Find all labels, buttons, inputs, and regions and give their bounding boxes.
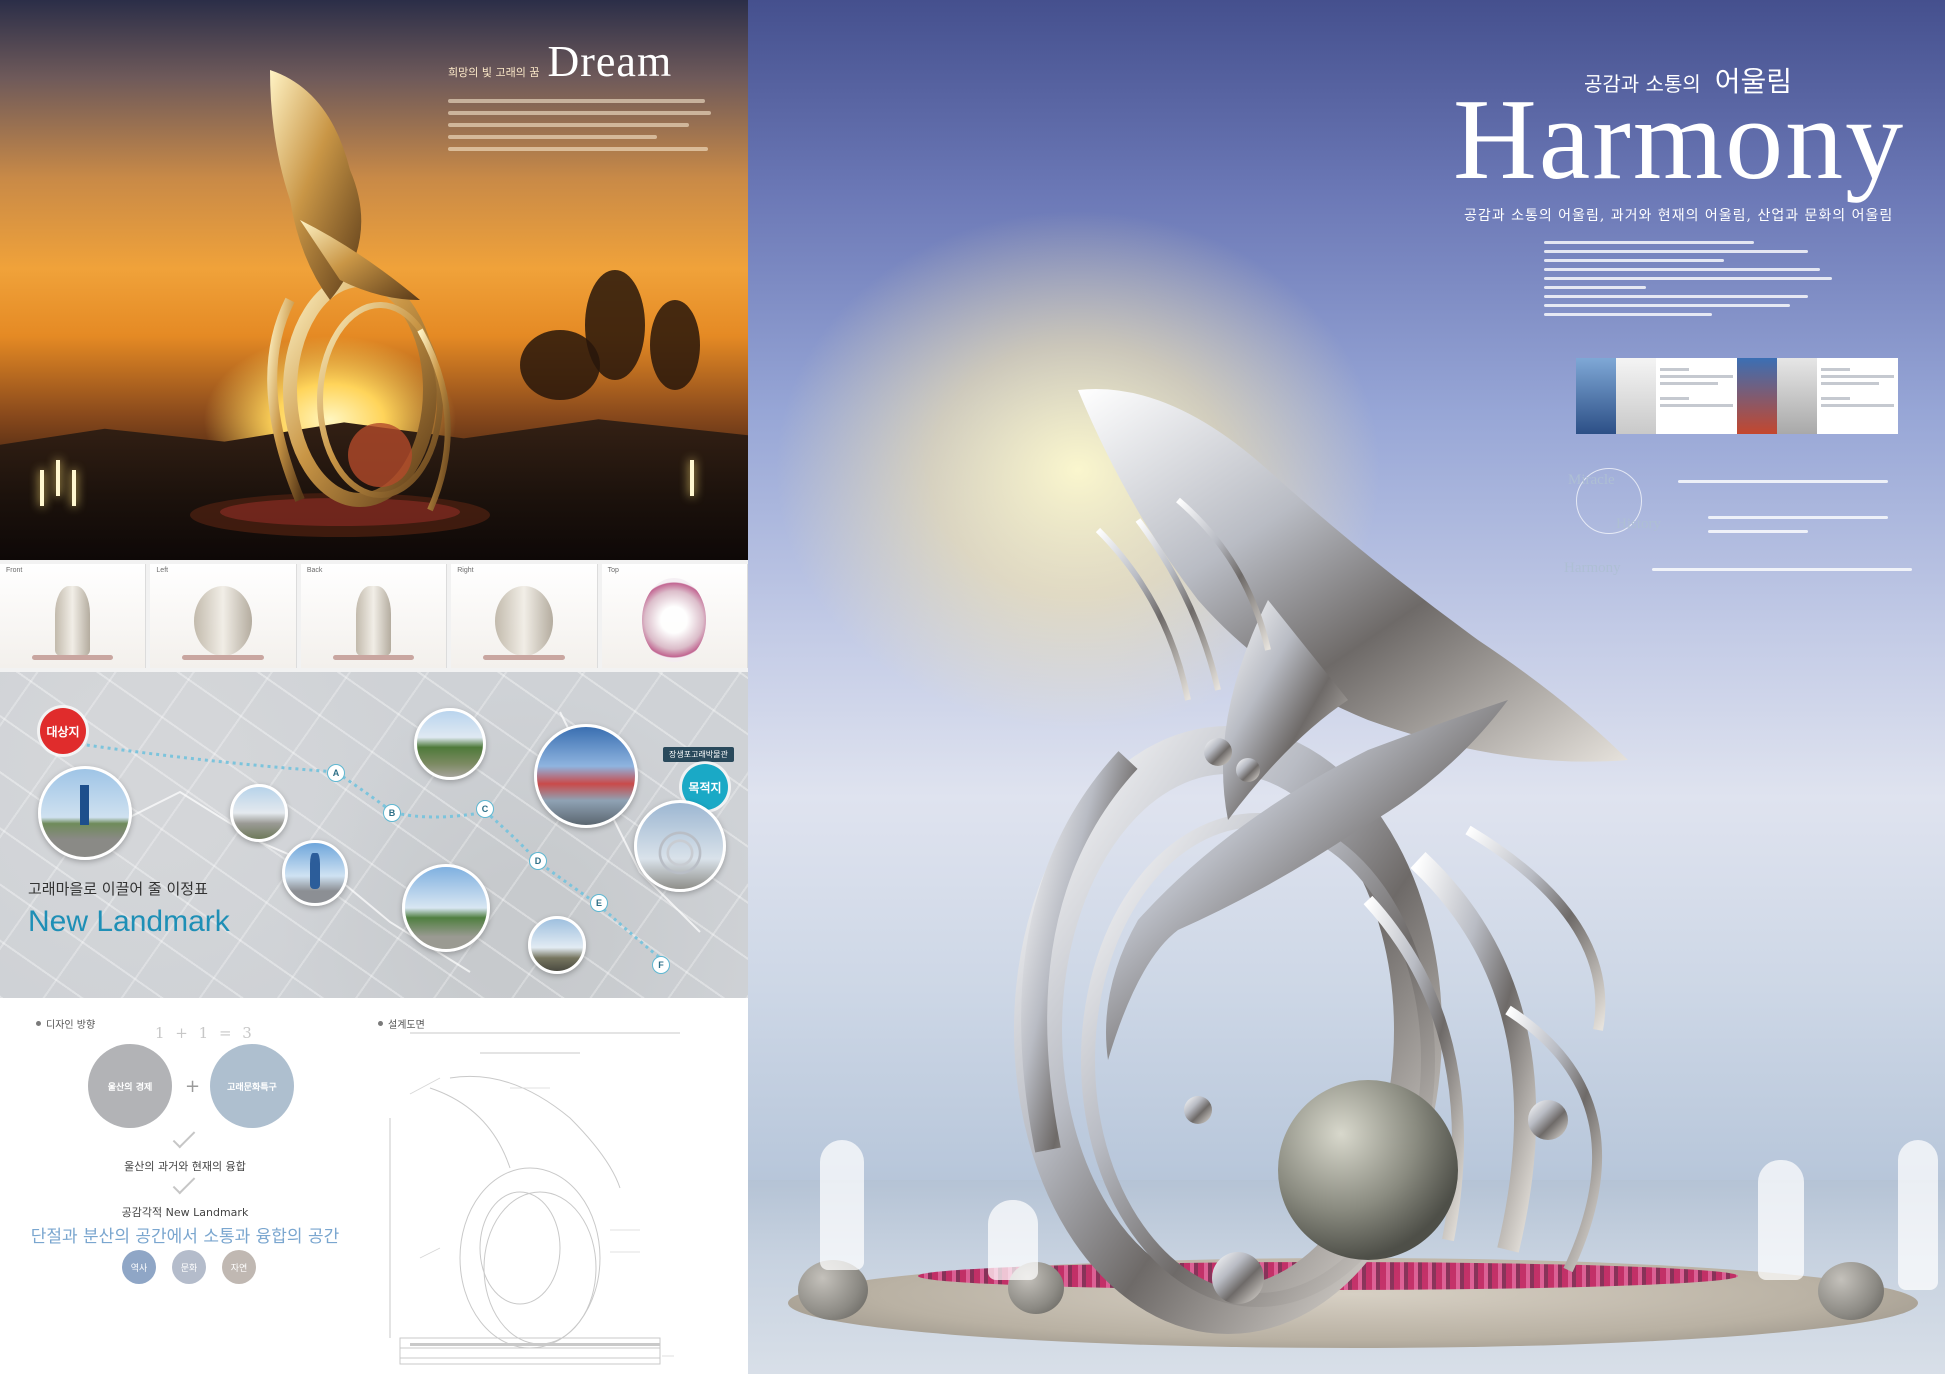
photo-signpost [38,766,132,860]
landmark-line: 공감각적 New Landmark [121,1206,249,1219]
map-pin-b: B [383,804,401,822]
destination-tag: 장생포고래박물관 [663,747,734,762]
view-label: Front [6,567,23,574]
keyword-miracle: Miracle [1568,472,1615,488]
dream-description [448,92,716,159]
design-concept: 디자인 방향 1 + 1 = 3 울산의 경제 + 고래문화특구 울산의 과거와… [0,998,370,1374]
dream-heading: 희망의 빛 고래의 꿈 Dream [448,36,673,86]
view-label: Right [457,567,474,574]
views-strip: Front Left Back Right Top [0,560,749,672]
thumb-text [1656,358,1737,434]
bubble-culture-small: 문화 [172,1250,206,1284]
right-page: 공감과 소통의 어울림 Harmony 공감과 소통의 어울림, 과거와 현재의… [748,0,1945,1374]
keyword-block: Miracle History Harmony [1564,468,1928,598]
photo-roadside [528,916,586,974]
photo-overpass [402,864,490,952]
start-marker: 대상지 [40,708,86,754]
harmony-tagline: 공감과 소통의 어울림, 과거와 현재의 어울림, 산업과 문화의 어울림 [1464,208,1894,224]
map-pin-f: F [652,956,670,974]
photo-trees [414,708,486,780]
view-back: Back [300,564,448,668]
view-front: Front [0,564,147,668]
keyword-desc [1652,568,1912,571]
photo-ring-sculpture [634,800,726,892]
harmony-description [1544,236,1844,322]
photo-building [230,784,288,842]
keyword-desc [1708,530,1808,533]
view-left: Left [150,564,297,668]
bubble-culture: 고래문화특구 [210,1044,294,1128]
formula: 1 + 1 = 3 [155,1024,255,1042]
reference-thumbnails [1576,358,1898,434]
keyword-desc [1708,516,1888,519]
design-drawing: 설계도면 [370,998,748,1374]
chevron-down-icon [172,1171,196,1195]
photo-whale-sign [282,840,348,906]
bubble-culture-label: 고래문화특구 [227,1082,277,1093]
map-pin-a: A [327,764,345,782]
bubble-economy: 울산의 경제 [88,1044,172,1128]
merge-line: 울산의 과거와 현재의 융합 [124,1160,246,1173]
keyword-harmony: Harmony [1564,560,1621,576]
person-silhouette [820,1140,864,1270]
stone-ball [1818,1262,1884,1320]
route-map: 대상지 장생포고래박물관 목적지 A B C D E F 고래마을로 이끌어 줄… [0,672,748,998]
left-page: 희망의 빛 고래의 꿈 Dream Front Left Back Right [0,0,749,1374]
harmony-title: Harmony [1453,76,1906,204]
dream-title: Dream [547,37,673,86]
thumb-text [1817,358,1898,434]
keyword-history: History [1616,516,1661,532]
thumb-image [1616,358,1656,434]
bubble-nature: 자연 [222,1250,256,1284]
dream-panel: 희망의 빛 고래의 꿈 Dream [0,0,748,560]
map-pin-e: E [590,894,608,912]
view-top: Top [601,564,749,668]
person-silhouette [1758,1160,1804,1280]
thumb-image [1777,358,1817,434]
map-pin-c: C [476,800,494,818]
bullet-icon [36,1021,41,1026]
plus-sign: + [185,1076,201,1097]
bubble-history: 역사 [122,1250,156,1284]
map-pin-d: D [529,852,547,870]
concept-heading-label: 디자인 방향 [46,1020,96,1031]
view-label: Back [306,567,323,574]
concept-heading: 디자인 방향 [36,1016,95,1031]
thumb-image [1576,358,1616,434]
view-label: Top [607,567,619,574]
elevation-drawing [389,1032,680,1365]
bubble-economy-label: 울산의 경제 [107,1082,153,1093]
map-caption: 고래마을로 이끌어 줄 이정표 New Landmark [28,878,230,939]
chevron-down-icon [172,1125,196,1149]
map-title: New Landmark [28,905,230,938]
keyword-desc [1678,480,1888,483]
photo-gate [534,724,638,828]
map-kicker: 고래마을로 이끌어 줄 이정표 [28,880,208,898]
view-right: Right [451,564,598,668]
view-label: Left [156,567,169,574]
dream-subtitle: 희망의 빛 고래의 꿈 [448,66,540,79]
person-silhouette [988,1200,1038,1280]
concept-statement: 단절과 분산의 공간에서 소통과 융합의 공간 [30,1227,340,1247]
thumb-image [1737,358,1777,434]
person-silhouette [1898,1140,1938,1290]
